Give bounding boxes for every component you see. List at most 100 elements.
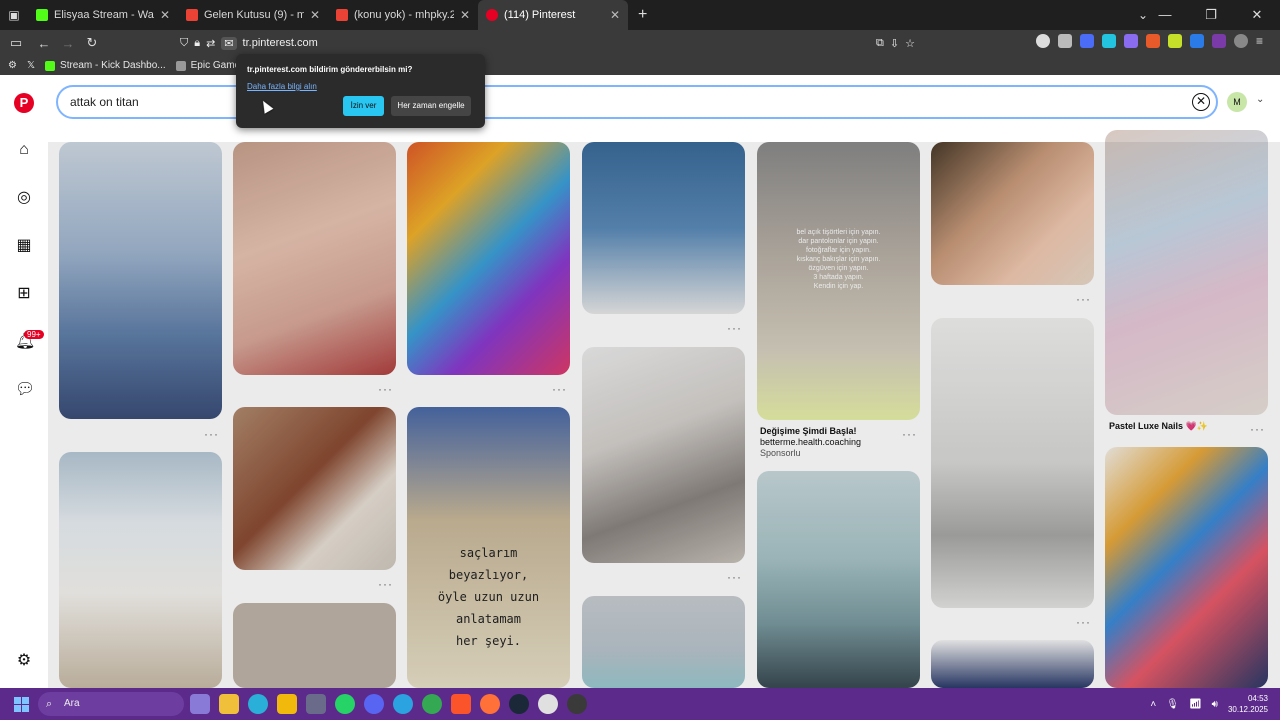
more-options-icon[interactable]: ···: [1076, 615, 1091, 629]
app-icon[interactable]: [538, 694, 558, 714]
lock-icon[interactable]: 🔒︎: [194, 37, 200, 50]
edge-icon[interactable]: [248, 694, 268, 714]
tab-menu-icon[interactable]: ▣: [0, 8, 28, 22]
clear-search-icon[interactable]: ✕: [1192, 93, 1210, 111]
address-bar[interactable]: ⛉ 🔒︎ ⇄ ✉ tr.pinterest.com ⧉ ⇩ ☆: [180, 32, 915, 54]
extension-icon[interactable]: [1080, 34, 1094, 48]
star-icon[interactable]: ☆: [905, 37, 915, 50]
ad-title[interactable]: Değişime Şimdi Başla!: [760, 426, 857, 436]
calculator-icon[interactable]: [306, 694, 326, 714]
more-options-icon[interactable]: ···: [727, 321, 742, 335]
file-explorer-icon[interactable]: [219, 694, 239, 714]
tab-pinterest[interactable]: (114) Pinterest ✕: [478, 0, 628, 30]
pin-shirt[interactable]: [931, 640, 1094, 688]
new-tab-button[interactable]: +: [628, 6, 657, 24]
pin-face-paint[interactable]: [931, 142, 1094, 285]
profile-icon[interactable]: [1036, 34, 1050, 48]
volume-icon[interactable]: 🔊︎: [1212, 699, 1218, 710]
forward-icon[interactable]: →: [56, 36, 80, 51]
pin-grapes-sketch[interactable]: [931, 318, 1094, 608]
puzzle-icon[interactable]: [1058, 34, 1072, 48]
settings-icon[interactable]: ⚙: [15, 652, 33, 670]
pin-ballerina[interactable]: [407, 142, 570, 375]
more-options-icon[interactable]: ···: [204, 427, 219, 441]
pin-dress[interactable]: [59, 452, 222, 688]
allow-button[interactable]: İzin ver: [343, 96, 384, 116]
task-view-icon[interactable]: [190, 694, 210, 714]
more-options-icon[interactable]: ···: [378, 382, 393, 396]
app-icon[interactable]: [567, 694, 587, 714]
telegram-icon[interactable]: [393, 694, 413, 714]
extension-icon[interactable]: [1102, 34, 1116, 48]
search-input[interactable]: attak on titan: [70, 95, 139, 109]
more-options-icon[interactable]: ···: [1076, 292, 1091, 306]
pin-kitchen[interactable]: [59, 142, 222, 419]
tab-gmail-compose[interactable]: (konu yok) - mhpky.23@gmail.c ✕: [328, 0, 478, 30]
explore-icon[interactable]: ◎: [15, 189, 33, 207]
windows-start-icon[interactable]: [14, 697, 29, 712]
screenshot-icon[interactable]: ⧉: [876, 37, 884, 50]
pin-fitness-ad[interactable]: bel açık tişörtleri için yapın. dar pant…: [757, 142, 920, 420]
apps-icon[interactable]: ⚙: [8, 60, 17, 71]
binance-icon[interactable]: [277, 694, 297, 714]
tab-kick[interactable]: Elisyaa Stream - Watch Live on ✕: [28, 0, 178, 30]
home-icon[interactable]: ⌂: [15, 141, 33, 159]
pin-pastel-nails[interactable]: [1105, 130, 1268, 415]
whatsapp-icon[interactable]: [335, 694, 355, 714]
messages-icon[interactable]: 💬︎: [15, 381, 35, 399]
install-icon[interactable]: ⇩: [890, 37, 899, 50]
extension-icon[interactable]: [1212, 34, 1226, 48]
steam-icon[interactable]: [509, 694, 529, 714]
menu-icon[interactable]: ≡: [1256, 34, 1270, 48]
back-icon[interactable]: ←: [32, 36, 56, 51]
discord-icon[interactable]: [364, 694, 384, 714]
always-block-button[interactable]: Her zaman engelle: [391, 96, 471, 116]
extension-icon[interactable]: [1146, 34, 1160, 48]
ad-account[interactable]: betterme.health.coaching: [760, 437, 861, 447]
pin-knit[interactable]: [233, 407, 396, 570]
pin-nails-red[interactable]: [233, 142, 396, 375]
brave-icon[interactable]: [451, 694, 471, 714]
tray-chevron-up-icon[interactable]: ˄: [1150, 699, 1156, 710]
close-icon[interactable]: ✕: [160, 8, 170, 22]
tab-gmail-inbox[interactable]: Gelen Kutusu (9) - mhpkrky@g ✕: [178, 0, 328, 30]
pin-colorful-room[interactable]: [1105, 447, 1268, 688]
notification-permission-icon[interactable]: ✉: [221, 36, 237, 50]
taskbar-search[interactable]: ⌕ Ara: [38, 692, 184, 716]
pin-bathroom[interactable]: [582, 142, 745, 314]
firefox-icon[interactable]: [480, 694, 500, 714]
clock[interactable]: 04:53 30.12.2025: [1228, 693, 1268, 715]
more-options-icon[interactable]: ···: [902, 427, 917, 441]
pin-kitchen-blue[interactable]: [757, 471, 920, 688]
reload-icon[interactable]: ↻: [80, 35, 104, 51]
site-settings-icon[interactable]: ⇄: [206, 37, 215, 50]
bookmark-kick[interactable]: Stream - Kick Dashbo...: [45, 60, 166, 71]
more-options-icon[interactable]: ···: [552, 382, 567, 396]
sidebar-toggle-icon[interactable]: ▭: [4, 35, 28, 51]
extension-icon[interactable]: [1124, 34, 1138, 48]
pin-quote[interactable]: saçlarım beyazlıyor, öyle uzun uzun anla…: [407, 407, 570, 688]
extension-icon[interactable]: [1168, 34, 1182, 48]
extension-icon[interactable]: [1190, 34, 1204, 48]
pin-stairs[interactable]: [582, 347, 745, 563]
more-options-icon[interactable]: ···: [1250, 422, 1265, 436]
microphone-icon[interactable]: 🎙︎: [1166, 699, 1179, 710]
close-icon[interactable]: ✕: [310, 8, 320, 22]
shield-icon[interactable]: ⛉: [180, 37, 188, 50]
minimize-icon[interactable]: —: [1142, 0, 1188, 30]
pin-toy[interactable]: [582, 596, 745, 688]
pin-caption[interactable]: Pastel Luxe Nails 💗✨: [1109, 421, 1208, 432]
restore-icon[interactable]: ❐: [1188, 0, 1234, 30]
x-icon[interactable]: 𝕏: [27, 60, 35, 71]
more-options-icon[interactable]: ···: [378, 577, 393, 591]
window-close-icon[interactable]: ✕: [1234, 0, 1280, 30]
boards-icon[interactable]: ▦: [15, 237, 33, 255]
more-options-icon[interactable]: ···: [727, 570, 742, 584]
chrome-icon[interactable]: [422, 694, 442, 714]
account-chevron-down-icon[interactable]: ⌄: [1256, 94, 1264, 105]
avatar[interactable]: M: [1227, 92, 1247, 112]
extension-icon[interactable]: [1234, 34, 1248, 48]
wifi-icon[interactable]: 📶︎: [1189, 699, 1202, 710]
pin-beige[interactable]: [233, 603, 396, 688]
close-icon[interactable]: ✕: [460, 8, 470, 22]
